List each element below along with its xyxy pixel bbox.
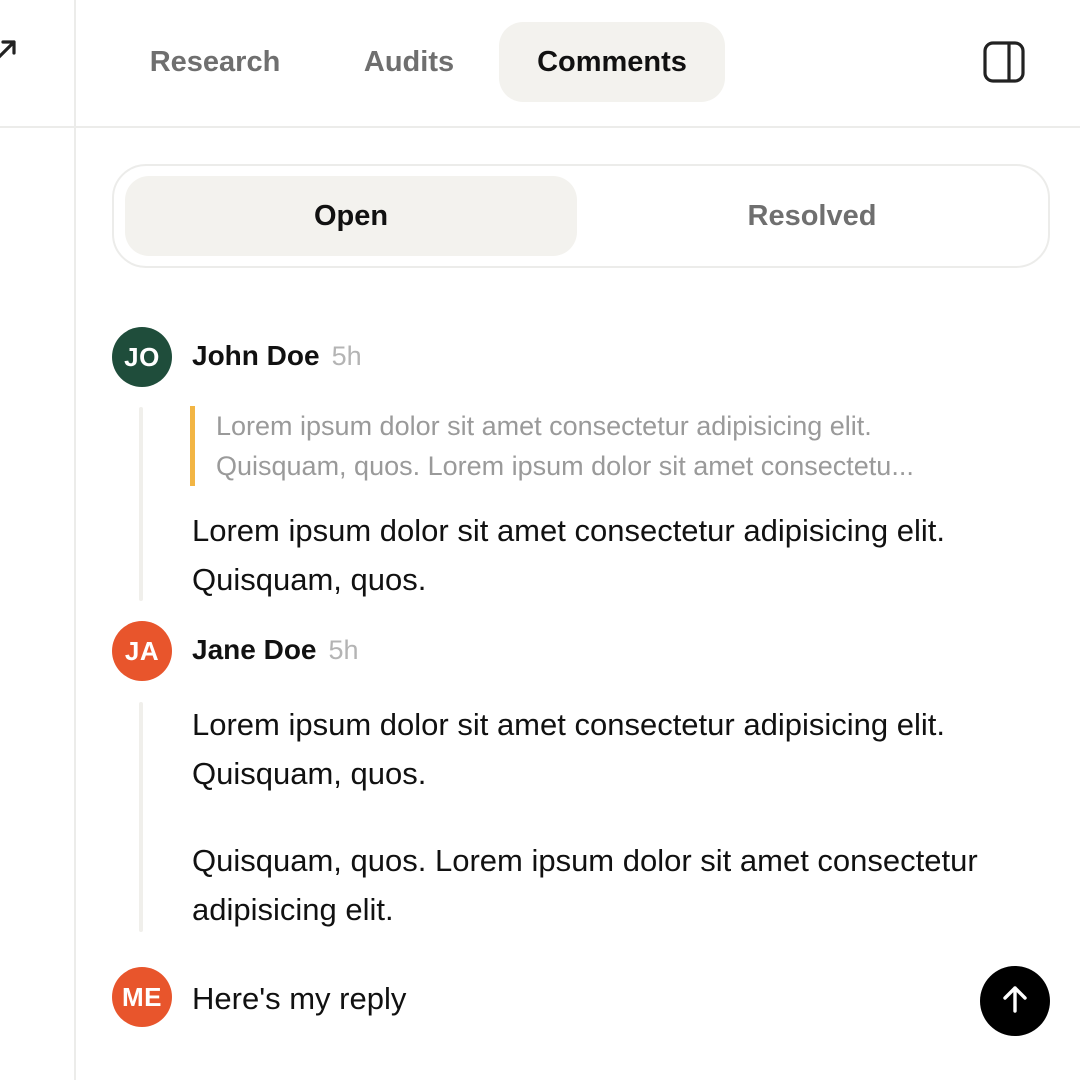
avatar: ME (112, 967, 172, 1027)
reply-input[interactable] (192, 974, 952, 1024)
timestamp: 5h (328, 635, 359, 665)
sidebar-panel-icon[interactable] (982, 40, 1026, 84)
tab-audits[interactable]: Audits (336, 22, 482, 102)
status-filter: Open Resolved (112, 164, 1050, 268)
divider (0, 126, 76, 128)
comment-text: Lorem ipsum dolor sit amet consectetur a… (192, 707, 945, 791)
tab-comments[interactable]: Comments (499, 22, 725, 102)
filter-resolved-button[interactable]: Resolved (586, 176, 1038, 256)
filter-open-button[interactable]: Open (125, 176, 577, 256)
comment-text: Quisquam, quos. Lorem ipsum dolor sit am… (192, 843, 978, 927)
comment-text: Lorem ipsum dolor sit amet consectetur a… (192, 513, 945, 597)
quote-line: Quisquam, quos. Lorem ipsum dolor sit am… (216, 451, 914, 481)
quote-line: Lorem ipsum dolor sit amet consectetur a… (216, 411, 872, 441)
quoted-text: Lorem ipsum dolor sit amet consectetur a… (190, 406, 1046, 486)
timestamp: 5h (331, 341, 362, 371)
thread-line (139, 407, 143, 601)
arrow-up-icon (998, 982, 1032, 1021)
panel-header: Research Audits Comments (76, 0, 1080, 128)
arrow-up-right-icon[interactable] (0, 36, 20, 62)
left-sidebar-edge (0, 0, 76, 1080)
comments-panel: Research Audits Comments Open Resolved J… (0, 0, 1080, 1080)
thread-line (139, 702, 143, 932)
comment-header: John Doe 5h (192, 340, 362, 372)
tab-research[interactable]: Research (120, 22, 310, 102)
author-name: John Doe (192, 340, 320, 371)
avatar: JO (112, 327, 172, 387)
avatar: JA (112, 621, 172, 681)
comment-header: Jane Doe 5h (192, 634, 359, 666)
author-name: Jane Doe (192, 634, 317, 665)
send-button[interactable] (980, 966, 1050, 1036)
